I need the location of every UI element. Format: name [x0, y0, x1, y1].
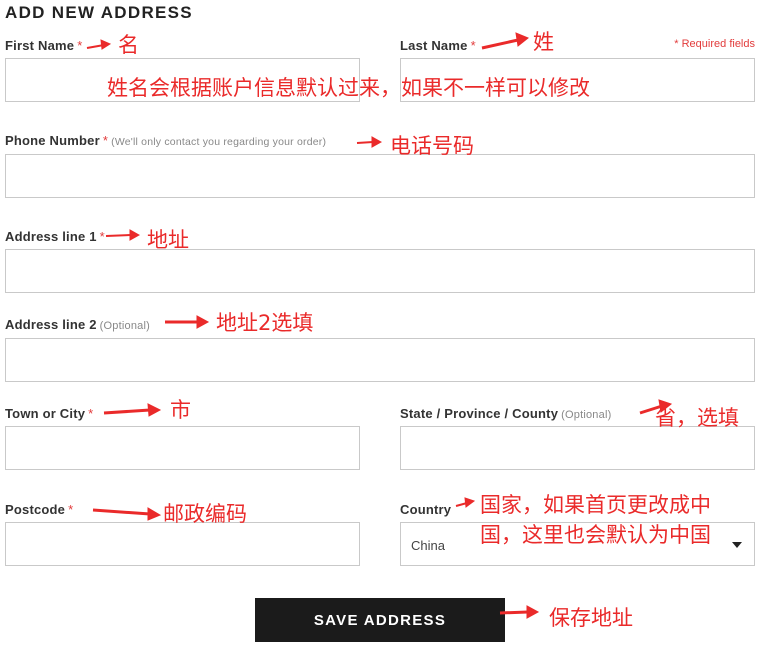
arrow-icon: [92, 507, 162, 521]
arrow-icon: [103, 403, 162, 417]
arrow-icon: [86, 39, 112, 50]
arrow-icon: [639, 399, 673, 415]
arrow-icon: [356, 136, 383, 148]
arrow-icon: [455, 497, 476, 508]
arrow-icon: [499, 605, 540, 619]
annotation-arrows: [86, 32, 673, 619]
arrow-icon: [481, 32, 529, 50]
arrow-icon: [105, 229, 141, 241]
arrow-icon: [165, 315, 210, 329]
